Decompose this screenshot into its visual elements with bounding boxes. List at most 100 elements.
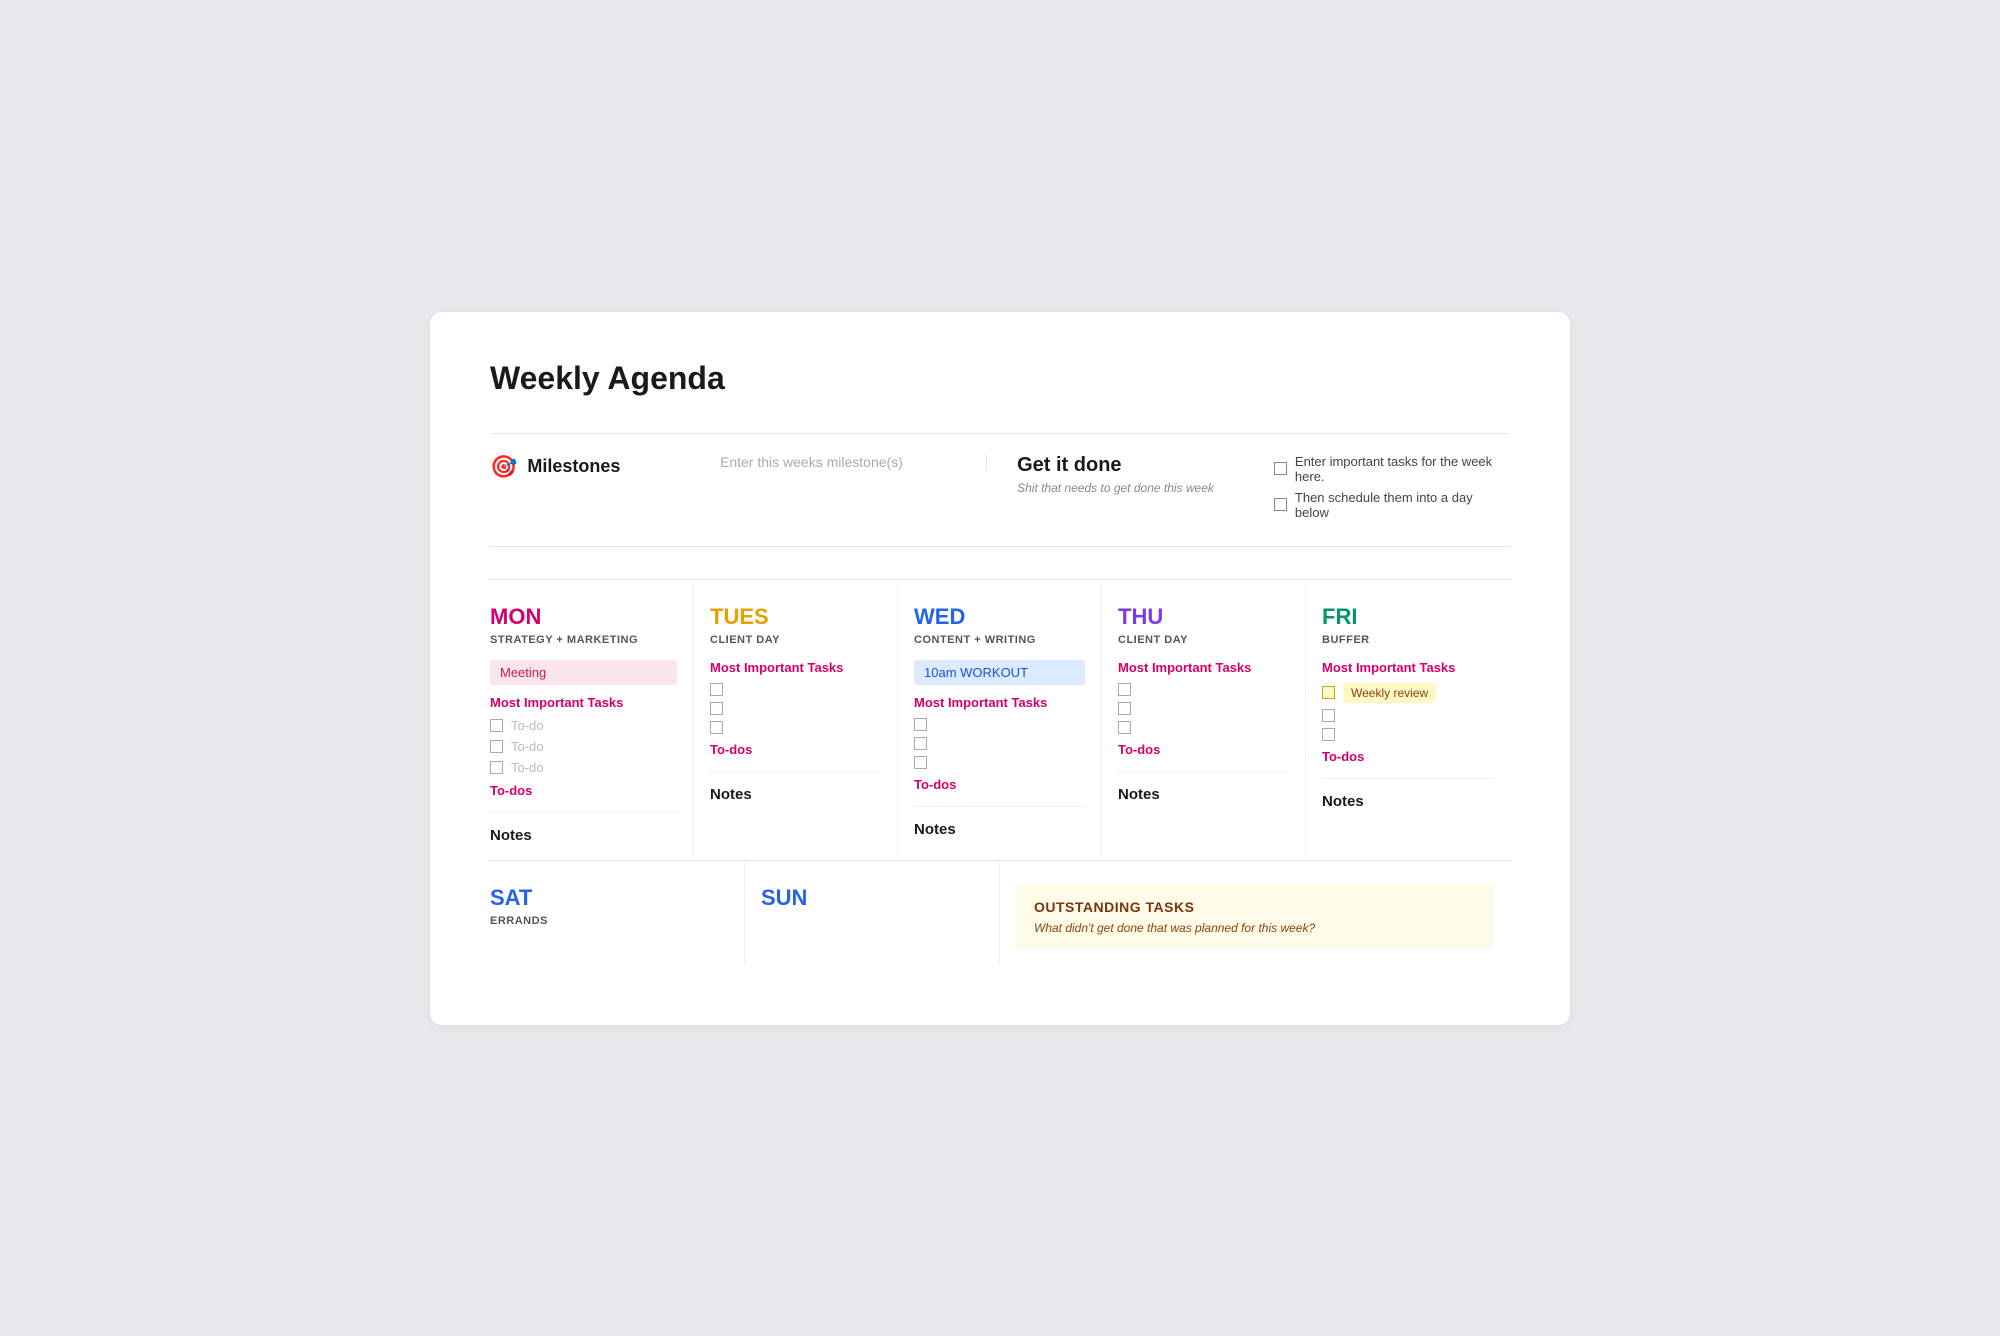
day-type-mon: STRATEGY + MARKETING: [490, 634, 677, 646]
fri-mit-label: Most Important Tasks: [1322, 660, 1494, 675]
milestones-row: 🎯 Milestones Enter this weeks milestone(…: [490, 433, 1510, 547]
day-name-thu: THU: [1118, 604, 1289, 630]
info-checkbox-1[interactable]: [1274, 462, 1287, 475]
fri-weekly-review: Weekly review: [1343, 683, 1436, 703]
wed-divider: [914, 806, 1085, 807]
wed-highlight: 10am WORKOUT: [914, 660, 1085, 685]
day-col-thu: THU CLIENT DAY Most Important Tasks To-d…: [1102, 580, 1306, 860]
thu-notes-label: Notes: [1118, 786, 1289, 803]
day-type-thu: CLIENT DAY: [1118, 634, 1289, 646]
wed-notes-label: Notes: [914, 821, 1085, 838]
thu-todo-link[interactable]: To-dos: [1118, 742, 1289, 757]
get-it-done-subtitle: Shit that needs to get done this week: [1017, 481, 1214, 495]
thu-checkbox-1: [1118, 683, 1289, 696]
milestone-label: Milestones: [527, 456, 620, 477]
day-name-wed: WED: [914, 604, 1085, 630]
thu-cb-2[interactable]: [1118, 702, 1131, 715]
day-type-wed: CONTENT + WRITING: [914, 634, 1085, 646]
day-col-wed: WED CONTENT + WRITING 10am WORKOUT Most …: [898, 580, 1102, 860]
mon-notes-label: Notes: [490, 827, 677, 844]
tue-checkbox-1: [710, 683, 881, 696]
day-name-sat: SAT: [490, 885, 728, 911]
info-checkbox-2[interactable]: [1274, 498, 1287, 511]
fri-todo-link[interactable]: To-dos: [1322, 749, 1494, 764]
thu-cb-3[interactable]: [1118, 721, 1131, 734]
tue-todo-link[interactable]: To-dos: [710, 742, 881, 757]
day-name-sun: SUN: [761, 885, 983, 911]
info-item-1: Enter important tasks for the week here.: [1274, 454, 1510, 484]
thu-checkbox-2: [1118, 702, 1289, 715]
milestones-section: 🎯 Milestones: [490, 454, 690, 480]
day-name-mon: MON: [490, 604, 677, 630]
day-col-sun: SUN: [745, 861, 1000, 965]
get-it-done-title: Get it done: [1017, 454, 1214, 477]
fri-cb-highlight[interactable]: [1322, 686, 1335, 699]
mon-checkbox-2: To-do: [490, 739, 677, 754]
get-it-done-section: Get it done Shit that needs to get done …: [987, 454, 1244, 495]
fri-divider: [1322, 778, 1494, 779]
milestones-placeholder: Enter this weeks milestone(s): [720, 454, 903, 470]
bottom-grid: SAT ERRANDS SUN OUTSTANDING TASKS What d…: [490, 860, 1510, 965]
tue-checkbox-3: [710, 721, 881, 734]
mon-checkbox-3: To-do: [490, 760, 677, 775]
tue-cb-2[interactable]: [710, 702, 723, 715]
important-tasks-info: Enter important tasks for the week here.…: [1244, 454, 1510, 526]
tue-cb-3[interactable]: [710, 721, 723, 734]
fri-cb-2[interactable]: [1322, 728, 1335, 741]
wed-checkbox-2: [914, 737, 1085, 750]
fri-notes-label: Notes: [1322, 793, 1494, 810]
tue-cb-1[interactable]: [710, 683, 723, 696]
day-col-tue: TUES CLIENT DAY Most Important Tasks To-…: [694, 580, 898, 860]
mon-cb-1[interactable]: [490, 719, 503, 732]
tue-mit-label: Most Important Tasks: [710, 660, 881, 675]
mon-divider: [490, 812, 677, 813]
day-name-fri: FRI: [1322, 604, 1494, 630]
mon-todo-link[interactable]: To-dos: [490, 783, 677, 798]
thu-cb-1[interactable]: [1118, 683, 1131, 696]
wed-checkbox-1: [914, 718, 1085, 731]
tue-divider: [710, 771, 881, 772]
info-item-2: Then schedule them into a day below: [1274, 490, 1510, 520]
day-type-tue: CLIENT DAY: [710, 634, 881, 646]
day-col-fri: FRI BUFFER Most Important Tasks Weekly r…: [1306, 580, 1510, 860]
milestones-input-area[interactable]: Enter this weeks milestone(s): [690, 454, 987, 470]
fri-checkbox-1: [1322, 709, 1494, 722]
fri-checkbox-highlight: Weekly review: [1322, 683, 1494, 703]
day-type-fri: BUFFER: [1322, 634, 1494, 646]
wed-mit-label: Most Important Tasks: [914, 695, 1085, 710]
wed-checkbox-3: [914, 756, 1085, 769]
outstanding-subtitle: What didn't get done that was planned fo…: [1034, 921, 1476, 935]
tue-notes-label: Notes: [710, 786, 881, 803]
fri-checkbox-2: [1322, 728, 1494, 741]
info-text-1: Enter important tasks for the week here.: [1295, 454, 1510, 484]
mon-checkbox-1: To-do: [490, 718, 677, 733]
mon-cb-label-2: To-do: [511, 739, 544, 754]
main-card: Weekly Agenda 🎯 Milestones Enter this we…: [430, 312, 1570, 1025]
wed-cb-2[interactable]: [914, 737, 927, 750]
milestone-icon: 🎯: [490, 454, 517, 480]
tue-checkbox-2: [710, 702, 881, 715]
thu-divider: [1118, 771, 1289, 772]
mon-cb-label-3: To-do: [511, 760, 544, 775]
thu-checkbox-3: [1118, 721, 1289, 734]
mon-highlight: Meeting: [490, 660, 677, 685]
days-grid: MON STRATEGY + MARKETING Meeting Most Im…: [490, 579, 1510, 860]
outstanding-col: OUTSTANDING TASKS What didn't get done t…: [1000, 861, 1510, 965]
thu-mit-label: Most Important Tasks: [1118, 660, 1289, 675]
day-name-tue: TUES: [710, 604, 881, 630]
mon-mit-label: Most Important Tasks: [490, 695, 677, 710]
wed-cb-3[interactable]: [914, 756, 927, 769]
outstanding-box: OUTSTANDING TASKS What didn't get done t…: [1016, 885, 1494, 949]
wed-cb-1[interactable]: [914, 718, 927, 731]
page-title: Weekly Agenda: [490, 360, 1510, 397]
mon-cb-2[interactable]: [490, 740, 503, 753]
mon-cb-3[interactable]: [490, 761, 503, 774]
day-col-sat: SAT ERRANDS: [490, 861, 745, 965]
day-type-sat: ERRANDS: [490, 915, 728, 927]
info-text-2: Then schedule them into a day below: [1295, 490, 1510, 520]
day-col-mon: MON STRATEGY + MARKETING Meeting Most Im…: [490, 580, 694, 860]
fri-cb-1[interactable]: [1322, 709, 1335, 722]
outstanding-title: OUTSTANDING TASKS: [1034, 899, 1476, 915]
mon-cb-label-1: To-do: [511, 718, 544, 733]
wed-todo-link[interactable]: To-dos: [914, 777, 1085, 792]
